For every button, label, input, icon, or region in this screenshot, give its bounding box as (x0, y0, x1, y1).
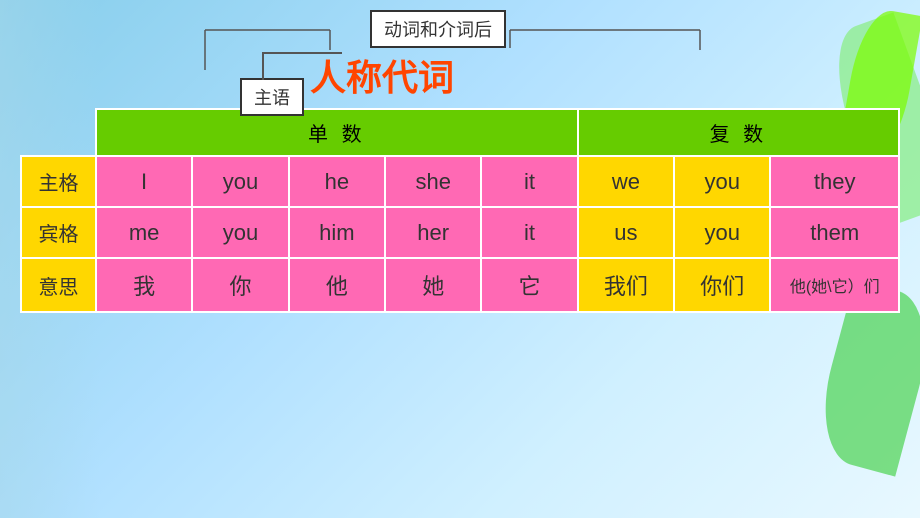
cell-you-pl: you (674, 156, 770, 207)
cell-they: they (770, 156, 899, 207)
table-wrapper: 单 数 复 数 主格 I you (20, 108, 900, 313)
cell-he: he (289, 156, 385, 207)
singular-label: 单 数 (308, 124, 366, 146)
plural-label: 复 数 (710, 124, 768, 146)
cell-tamen: 他(她\它）们 (770, 258, 899, 312)
label-nominative: 主格 (21, 156, 96, 207)
cell-ta-f: 她 (385, 258, 481, 312)
label-zhuyu: 主语 (240, 78, 304, 116)
cell-wo: 我 (96, 258, 192, 312)
cell-him: him (289, 207, 385, 258)
cell-you-acc: you (192, 207, 288, 258)
cell-them: them (770, 207, 899, 258)
cell-me: me (96, 207, 192, 258)
label-zhuyu-text: 主语 (254, 88, 290, 108)
header-row: 单 数 复 数 (21, 109, 899, 156)
cell-she: she (385, 156, 481, 207)
cell-we: we (578, 156, 674, 207)
cell-ta-n: 它 (481, 258, 577, 312)
header-empty-cell (21, 109, 96, 156)
cell-us: us (578, 207, 674, 258)
header-plural: 复 数 (578, 109, 899, 156)
cell-you-sg: you (192, 156, 288, 207)
cell-it-acc: it (481, 207, 577, 258)
main-title: 人称代词 (310, 49, 454, 101)
cell-it-nom: it (481, 156, 577, 207)
header-singular: 单 数 (96, 109, 578, 156)
row-meaning: 意思 我 你 他 她 它 (21, 258, 899, 312)
nominative-label-text: 主格 (38, 173, 78, 195)
label-dongci-text: 动词和介词后 (384, 20, 492, 40)
meaning-label-text: 意思 (38, 277, 78, 299)
cell-I: I (96, 156, 192, 207)
pronoun-table: 单 数 复 数 主格 I you (20, 108, 900, 313)
cell-you-pl-acc: you (674, 207, 770, 258)
cell-nimen: 你们 (674, 258, 770, 312)
cell-ni: 你 (192, 258, 288, 312)
label-meaning: 意思 (21, 258, 96, 312)
title-area: 主语 人称代词 动词和介词后 (20, 10, 900, 100)
main-title-text: 人称代词 (310, 57, 454, 98)
label-accusative: 宾格 (21, 207, 96, 258)
row-nominative: 主格 I you he she it (21, 156, 899, 207)
main-container: 主语 人称代词 动词和介词后 单 数 复 数 (20, 10, 900, 313)
cell-her: her (385, 207, 481, 258)
row-accusative: 宾格 me you him her it (21, 207, 899, 258)
cell-women: 我们 (578, 258, 674, 312)
label-dongci: 动词和介词后 (370, 10, 506, 48)
cell-ta-m: 他 (289, 258, 385, 312)
accusative-label-text: 宾格 (38, 224, 78, 246)
